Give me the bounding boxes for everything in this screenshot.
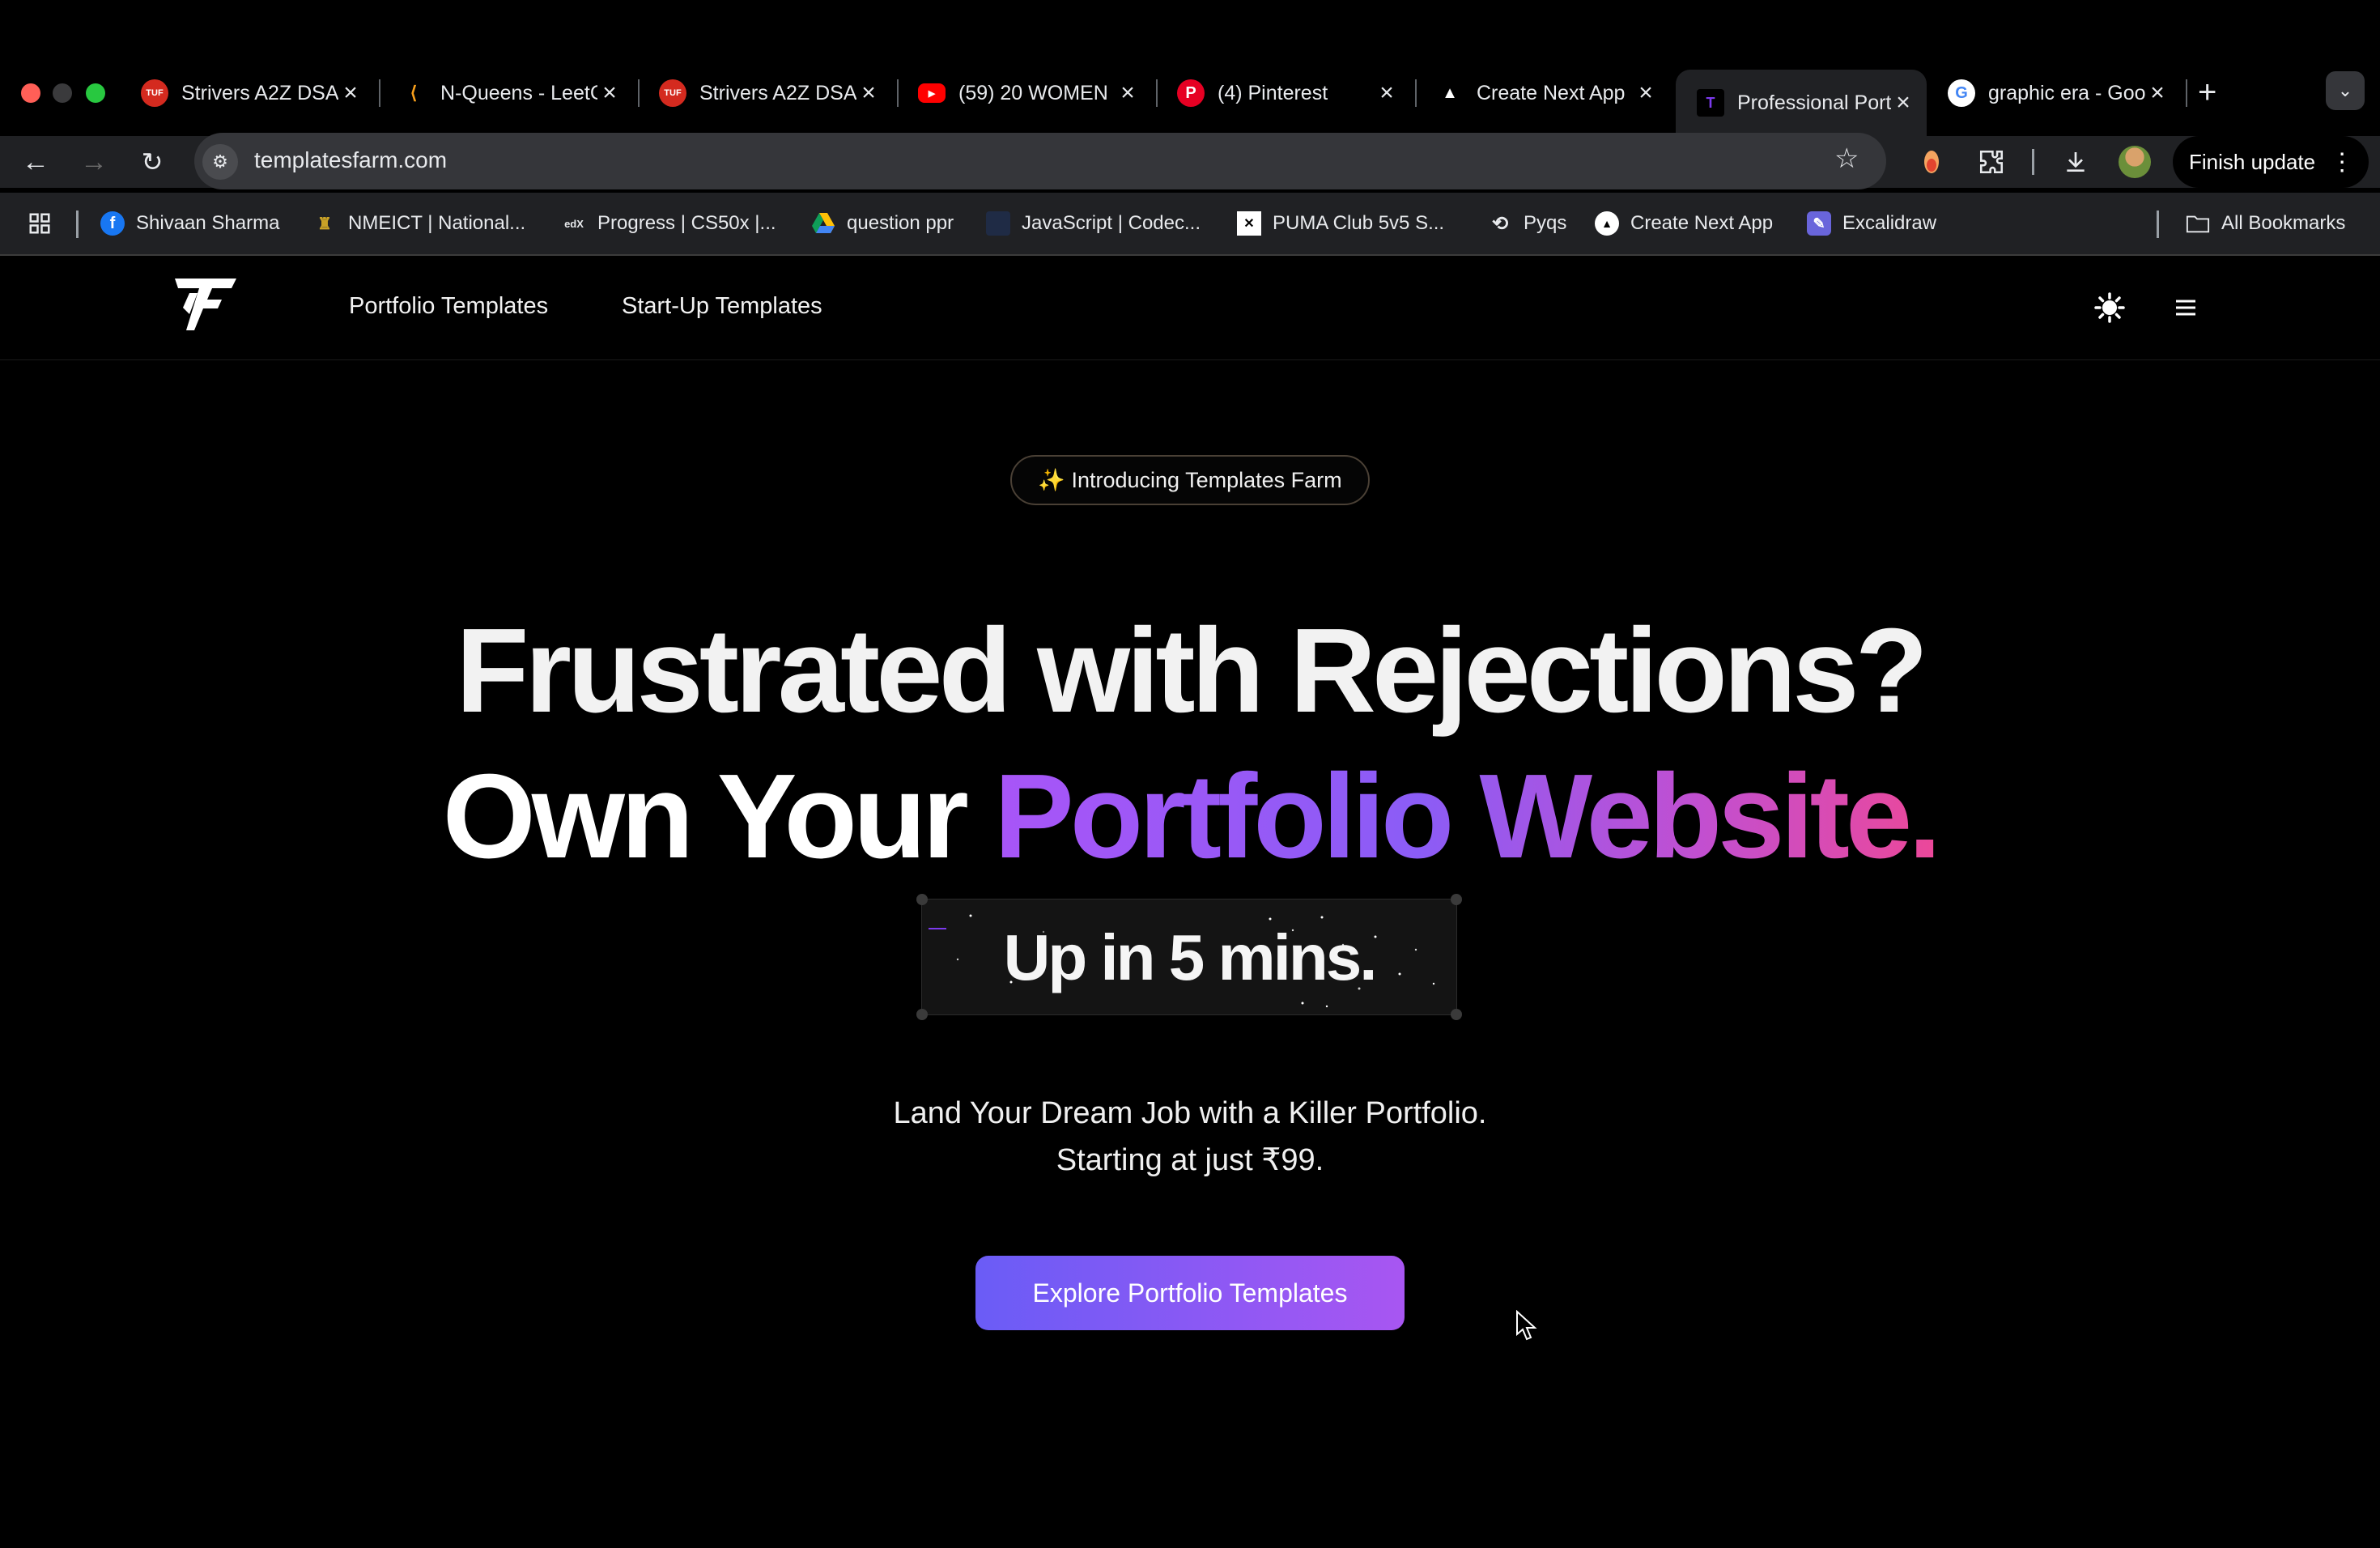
bookmark-item[interactable]: ⟲ Pyqs	[1488, 207, 1566, 240]
facebook-icon: f	[100, 211, 125, 236]
templatesfarm-favicon-icon: T	[1697, 89, 1724, 117]
downloads-icon[interactable]	[2059, 146, 2092, 178]
vercel-triangle-icon: ▲	[1442, 83, 1458, 102]
new-tab-button[interactable]: +	[2198, 74, 2216, 111]
bookmark-item[interactable]: question ppr	[811, 207, 954, 240]
highlight-box: Up in 5 mins.	[916, 894, 1462, 1020]
close-tab-icon[interactable]: ×	[338, 81, 363, 105]
address-bar[interactable]	[194, 133, 1886, 189]
nav-portfolio-templates[interactable]: Portfolio Templates	[349, 293, 548, 320]
browser-tab[interactable]: ⟨ N-Queens - LeetCode ×	[379, 70, 633, 117]
mouse-cursor-icon	[1515, 1309, 1538, 1342]
browser-tab[interactable]: TUF Strivers A2Z DSA ×	[120, 70, 374, 117]
subtitle-line-2: Starting at just ₹99.	[1056, 1143, 1324, 1177]
corner-handle	[1451, 1009, 1462, 1020]
bookmark-item[interactable]: ✎ Excalidraw	[1807, 207, 1936, 240]
browser-tab[interactable]: ▲ Create Next App ×	[1415, 70, 1669, 117]
google-favicon-icon: G	[1948, 79, 1975, 107]
browser-tab-active[interactable]: T Professional Portfolio ×	[1676, 70, 1927, 136]
bookmark-item[interactable]: ✕ PUMA Club 5v5 S...	[1237, 207, 1444, 240]
bookmark-item[interactable]: f Shivaan Sharma	[100, 207, 279, 240]
close-tab-icon[interactable]: ×	[1116, 81, 1140, 105]
url-text[interactable]: templatesfarm.com	[254, 147, 447, 173]
apps-grid-icon[interactable]	[28, 207, 52, 240]
browser-tab[interactable]: ▶ (59) 20 WOMEN ×	[897, 70, 1151, 117]
profile-avatar[interactable]	[2119, 146, 2151, 178]
nav-startup-templates[interactable]: Start-Up Templates	[622, 293, 822, 320]
extensions-puzzle-icon[interactable]	[1975, 146, 2008, 178]
more-options-icon: ⋮	[2330, 148, 2355, 176]
extension-icon[interactable]	[1915, 146, 1948, 178]
browser-tab[interactable]: TUF Strivers A2Z DSA ×	[638, 70, 892, 117]
close-tab-icon[interactable]: ×	[597, 81, 622, 105]
browser-tab[interactable]: G graphic era - Google ×	[1927, 70, 2181, 117]
bookmark-item[interactable]: ▲ Create Next App	[1595, 207, 1773, 240]
toolbar-divider	[2032, 149, 2034, 175]
minimize-window-button[interactable]	[53, 83, 72, 103]
forward-arrow-icon[interactable]: →	[76, 144, 112, 180]
site-info-icon[interactable]: ⚙	[202, 144, 238, 180]
reload-icon[interactable]: ↻	[134, 144, 170, 180]
headline-gradient-text: Portfolio Website.	[994, 750, 1941, 883]
tuf-favicon-icon: TUF	[141, 79, 168, 107]
corner-handle	[916, 894, 928, 905]
headline-line-2: Own Your Portfolio Website.	[442, 750, 1942, 883]
leetcode-favicon-icon: ⟨	[410, 83, 418, 103]
close-tab-icon[interactable]: ×	[1375, 81, 1399, 105]
excalidraw-icon: ✎	[1807, 211, 1831, 236]
hamburger-menu-icon[interactable]	[2170, 293, 2202, 322]
finish-update-button[interactable]: Finish update ⋮	[2173, 136, 2369, 188]
back-arrow-icon[interactable]: ←	[18, 144, 53, 180]
vercel-icon: ▲	[1595, 211, 1619, 236]
edx-icon: edX	[564, 217, 584, 230]
highlight-box-text: Up in 5 mins.	[1003, 921, 1378, 993]
explore-portfolio-templates-button[interactable]: Explore Portfolio Templates	[975, 1256, 1405, 1330]
subtitle-line-1: Land Your Dream Job with a Killer Portfo…	[893, 1096, 1487, 1130]
close-tab-icon[interactable]: ×	[2145, 81, 2170, 105]
tab-divider	[2186, 79, 2187, 107]
bookmark-item[interactable]: JavaScript | Codec...	[986, 207, 1201, 240]
headline-line-1: Frustrated with Rejections?	[456, 604, 1928, 738]
drive-icon	[811, 211, 835, 236]
bookmark-star-icon[interactable]: ☆	[1834, 142, 1859, 175]
close-tab-icon[interactable]: ×	[1634, 81, 1658, 105]
browser-tab[interactable]: P (4) Pinterest ×	[1156, 70, 1410, 117]
bookmarks-divider	[76, 211, 79, 238]
bookmarks-divider	[2157, 211, 2159, 238]
youtube-favicon-icon: ▶	[918, 83, 946, 103]
bookmark-item[interactable]: ♜ NMEICT | National...	[312, 207, 525, 240]
folder-icon	[2186, 211, 2210, 236]
templatesfarm-logo[interactable]	[172, 275, 240, 334]
maximize-window-button[interactable]	[86, 83, 105, 103]
codecademy-icon	[986, 211, 1010, 236]
corner-handle	[1451, 894, 1462, 905]
all-bookmarks-button[interactable]: All Bookmarks	[2186, 207, 2345, 240]
corner-handle	[916, 1009, 928, 1020]
intro-badge[interactable]: ✨ Introducing Templates Farm	[1010, 455, 1370, 505]
bookmark-item[interactable]: edX Progress | CS50x |...	[562, 207, 776, 240]
close-tab-icon[interactable]: ×	[1891, 91, 1915, 115]
tab-search-chevron-icon[interactable]: ⌄	[2326, 71, 2365, 110]
close-window-button[interactable]	[21, 83, 40, 103]
nmeict-icon: ♜	[317, 215, 332, 233]
sun-theme-icon[interactable]	[2093, 291, 2126, 324]
pinterest-favicon-icon: P	[1177, 79, 1205, 107]
link-icon: ⟲	[1491, 212, 1509, 235]
puma-icon: ✕	[1237, 211, 1261, 236]
close-tab-icon[interactable]: ×	[856, 81, 881, 105]
tuf-favicon-icon: TUF	[659, 79, 686, 107]
